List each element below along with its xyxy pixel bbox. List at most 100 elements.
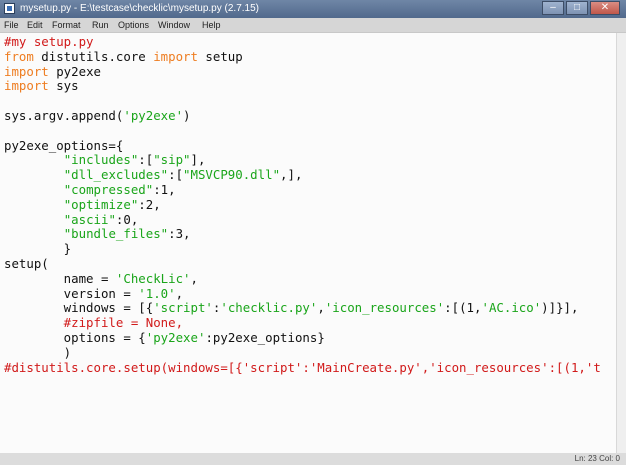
code-line: windows = [{'script':'checklic.py','icon… [4,300,601,316]
menu-file[interactable]: File [4,18,19,32]
menu-help[interactable]: Help [202,18,221,32]
code-token: 'script' [153,300,213,316]
code-token: "dll_excludes" [63,167,169,183]
code-token: ], [190,152,206,168]
code-line: options = {'py2exe':py2exe_options} [4,329,601,346]
window-controls: – □ ✕ [540,1,620,15]
vertical-scrollbar[interactable] [616,33,626,453]
code-token: 'py2exe' [123,107,184,123]
code-token: :0, [115,211,139,227]
code-token: options = { [4,329,146,345]
code-line: import py2exe [4,63,601,80]
code-token: "ascii" [63,211,116,227]
code-token: sys.argv.append( [4,107,124,123]
code-token: :2, [138,196,161,212]
code-line: "optimize":2, [4,196,601,213]
maximize-button[interactable]: □ [566,1,588,15]
code-token: 'py2exe' [145,329,206,345]
code-token: )]}], [541,300,579,316]
code-token: , [190,270,198,286]
code-token: 'AC.ico' [481,300,542,316]
code-token: "bundle_files" [63,226,169,242]
status-bar: Ln: 23 Col: 0 [0,453,626,465]
menu-window[interactable]: Window [158,18,190,32]
code-token: , [175,285,184,301]
code-token: "sip" [153,152,191,168]
code-line: #my setup.py [4,34,601,50]
menu-bar: File Edit Format Run Options Window Help [0,18,626,33]
code-token: #zipfile = None, [4,315,184,331]
code-line: from distutils.core import setup [4,48,601,65]
python-app-icon [4,3,15,14]
code-line: } [4,241,601,257]
code-token: :[ [138,152,154,168]
code-token: from [4,48,34,64]
code-line: "includes":["sip"], [4,152,601,168]
code-token: :[(1, [444,300,482,316]
code-token: import [153,48,198,64]
code-line: "ascii":0, [4,211,601,228]
code-token: 'CheckLic' [115,270,191,286]
code-token: import [4,78,49,94]
code-token: import [4,63,49,79]
code-line: name = 'CheckLic', [4,270,601,287]
code-token: #distutils.core.setup(windows=[{'script'… [4,359,601,375]
code-token: } [4,241,72,257]
code-token: sys [48,78,79,94]
code-token: :3, [168,226,191,242]
code-token: ) [4,344,72,360]
code-token: #my setup.py [4,34,94,49]
code-token: ,], [280,167,303,183]
code-token: "compressed" [63,181,154,197]
code-line: sys.argv.append('py2exe') [4,107,601,124]
code-token: setup [197,48,243,64]
code-token: "MSVCP90.dll" [183,167,281,183]
code-token: name = [4,270,116,286]
code-token: "includes" [63,152,139,168]
code-line: version = '1.0', [4,285,601,302]
minimize-button[interactable]: – [542,1,564,15]
menu-options[interactable]: Options [118,18,149,32]
code-token: :1, [153,181,176,197]
code-line: import sys [4,78,601,94]
code-token: 'checklic.py' [220,300,318,316]
close-button[interactable]: ✕ [590,1,620,15]
code-token: 'icon_resources' [324,300,445,316]
code-token: :py2exe_options} [205,329,325,345]
code-line: "compressed":1, [4,181,601,198]
code-token: setup( [4,255,49,271]
code-token: '1.0' [138,285,176,301]
menu-edit[interactable]: Edit [27,18,43,32]
code-line: setup( [4,255,601,272]
window-title: mysetup.py - E:\testcase\checklic\mysetu… [20,3,259,14]
code-token: ) [183,107,191,123]
code-token: distutils.core [33,48,154,64]
code-text[interactable]: #my setup.py from distutils.core import s… [4,34,601,376]
code-editor[interactable]: #my setup.py from distutils.core import s… [0,33,616,453]
code-line: py2exe_options={ [4,137,601,154]
idle-editor-window: mysetup.py - E:\testcase\checklic\mysetu… [0,0,626,465]
code-token: py2exe_options={ [4,137,124,153]
code-line: ) [4,344,601,361]
title-bar[interactable]: mysetup.py - E:\testcase\checklic\mysetu… [0,0,626,18]
code-token: windows = [{ [4,300,154,316]
code-line: "dll_excludes":["MSVCP90.dll",], [4,167,601,183]
code-token: version = [4,285,139,301]
menu-format[interactable]: Format [52,18,81,32]
code-line: #distutils.core.setup(windows=[{'script'… [4,359,601,376]
code-token: "optimize" [63,196,139,212]
code-token: :[ [168,167,184,183]
cursor-position: Ln: 23 Col: 0 [574,454,620,463]
code-line: "bundle_files":3, [4,226,601,242]
code-line: #zipfile = None, [4,315,601,331]
menu-run[interactable]: Run [92,18,109,32]
code-token: , [317,300,325,316]
code-token: py2exe [48,63,101,79]
